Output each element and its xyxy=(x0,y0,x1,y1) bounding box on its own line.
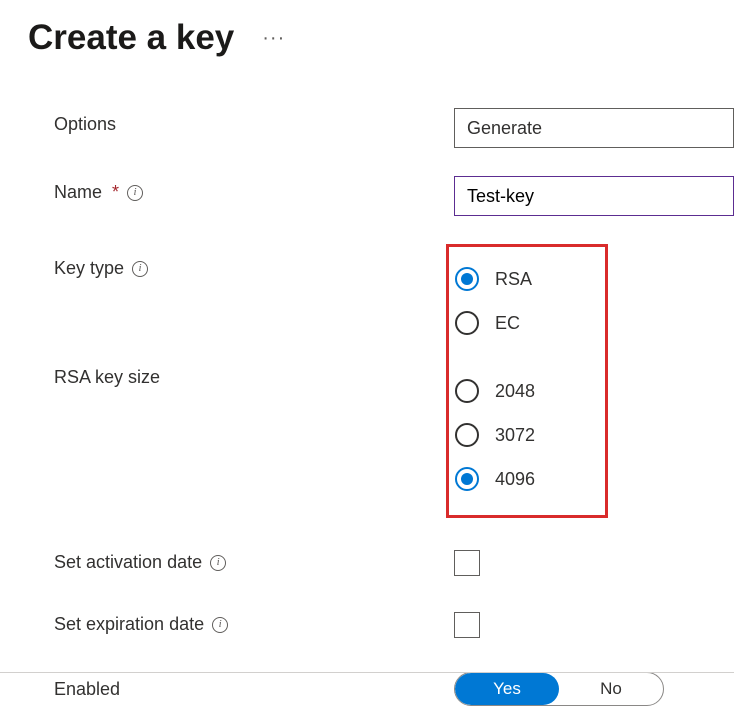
required-indicator: * xyxy=(112,182,119,203)
enabled-no[interactable]: No xyxy=(559,673,663,705)
key-type-row: Key type i RSA key size RSA EC xyxy=(54,244,734,518)
radio-3072[interactable]: 3072 xyxy=(455,413,535,457)
name-label: Name xyxy=(54,182,102,203)
name-input[interactable] xyxy=(454,176,734,216)
radio-label: 3072 xyxy=(495,425,535,446)
info-icon[interactable]: i xyxy=(127,185,143,201)
expiration-checkbox[interactable] xyxy=(454,612,480,638)
name-row: Name * i xyxy=(54,176,734,216)
create-key-form: Options Generate Name * i Key type i RSA xyxy=(28,108,734,714)
radio-label: 4096 xyxy=(495,469,535,490)
activation-checkbox[interactable] xyxy=(454,550,480,576)
highlight-box: RSA EC 2048 3072 xyxy=(446,244,608,518)
activation-label: Set activation date xyxy=(54,552,202,573)
radio-icon xyxy=(455,311,479,335)
enabled-row: Enabled Yes No xyxy=(54,672,734,706)
page-title: Create a key xyxy=(28,18,234,58)
enabled-label: Enabled xyxy=(54,679,120,700)
options-select[interactable]: Generate xyxy=(454,108,734,148)
radio-ec[interactable]: EC xyxy=(455,301,535,345)
more-icon[interactable]: ··· xyxy=(262,27,285,50)
key-type-label: Key type xyxy=(54,258,124,279)
options-row: Options Generate xyxy=(54,108,734,148)
expiration-row: Set expiration date i xyxy=(54,610,734,638)
radio-2048[interactable]: 2048 xyxy=(455,369,535,413)
expiration-label: Set expiration date xyxy=(54,614,204,635)
radio-icon xyxy=(455,379,479,403)
radio-icon xyxy=(455,467,479,491)
radio-icon xyxy=(455,267,479,291)
rsa-key-size-label: RSA key size xyxy=(54,367,160,388)
activation-row: Set activation date i xyxy=(54,548,734,576)
info-icon[interactable]: i xyxy=(210,555,226,571)
rsa-key-size-radio-group: 2048 3072 4096 xyxy=(455,369,535,501)
radio-label: EC xyxy=(495,313,520,334)
radio-rsa[interactable]: RSA xyxy=(455,257,535,301)
radio-label: RSA xyxy=(495,269,532,290)
enabled-yes[interactable]: Yes xyxy=(455,673,559,705)
info-icon[interactable]: i xyxy=(212,617,228,633)
options-label: Options xyxy=(54,114,116,135)
radio-4096[interactable]: 4096 xyxy=(455,457,535,501)
radio-icon xyxy=(455,423,479,447)
enabled-toggle: Yes No xyxy=(454,672,664,706)
info-icon[interactable]: i xyxy=(132,261,148,277)
options-select-value: Generate xyxy=(467,118,542,139)
radio-label: 2048 xyxy=(495,381,535,402)
key-type-radio-group: RSA EC xyxy=(455,257,535,345)
